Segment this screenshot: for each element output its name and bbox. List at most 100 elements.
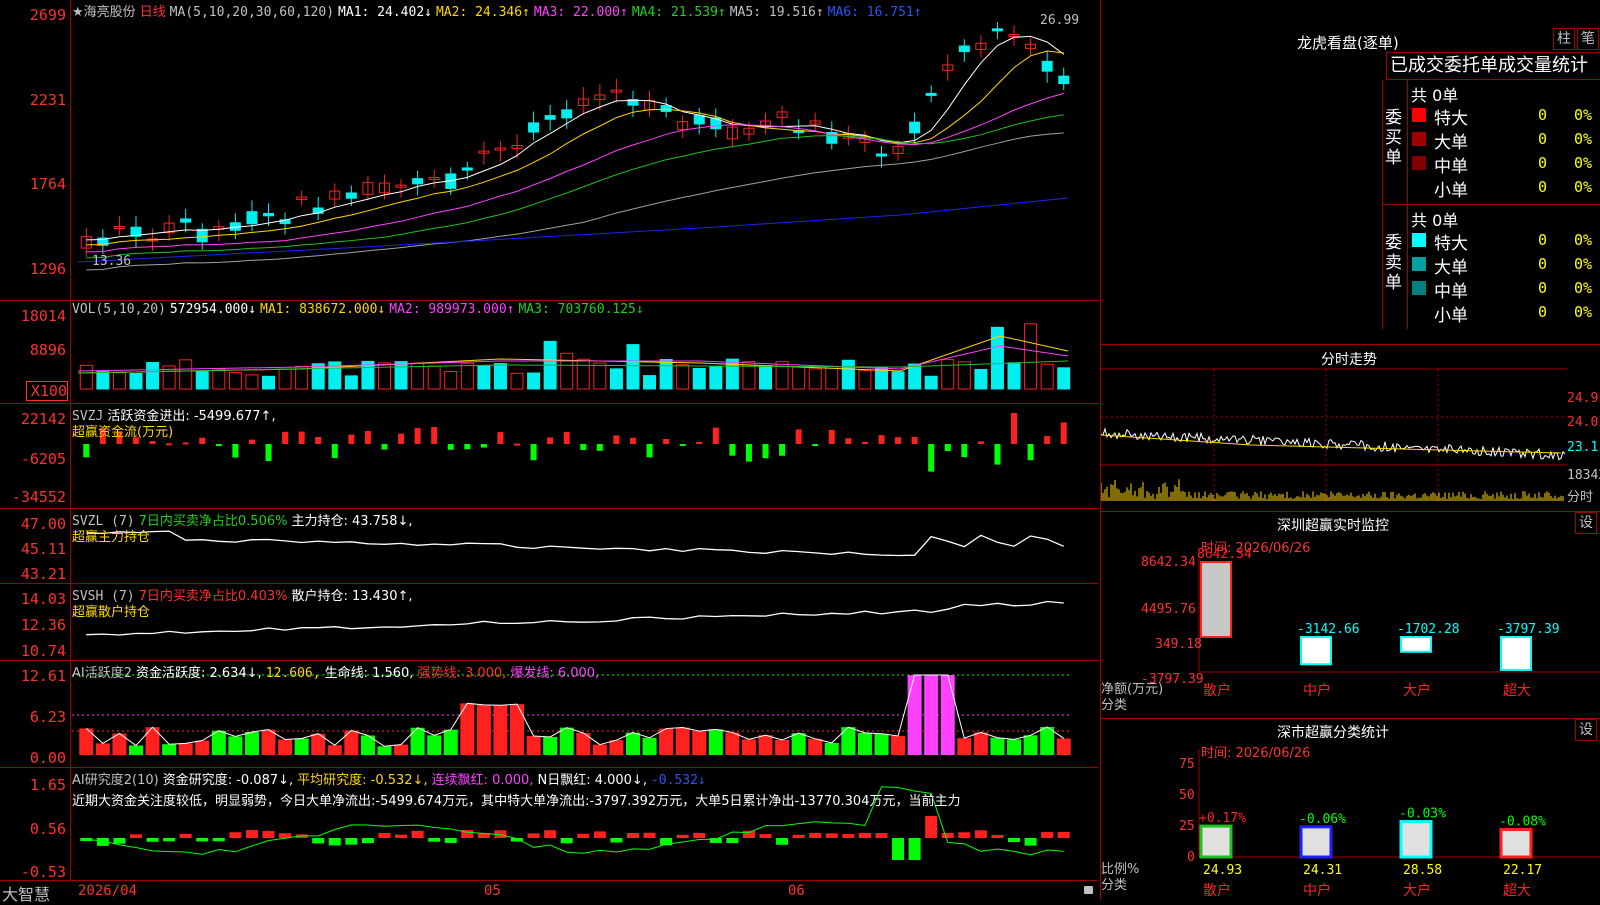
ai2-commentary: 近期大资金关注度较低，明显弱势，今日大单净流出:-5499.674万元，其中特大… <box>72 794 961 809</box>
research-bar <box>113 838 126 844</box>
fenshi-chart[interactable] <box>1101 345 1600 511</box>
volume-bar <box>1007 362 1021 390</box>
flow-bar <box>795 429 802 444</box>
ma-param: MA(5,10,20,30,60,120) <box>169 5 335 20</box>
buy-row-value: 0 <box>1538 178 1548 196</box>
sell-row-value: 0 <box>1538 231 1548 249</box>
flow-bar <box>199 437 206 444</box>
ai2-cont-red: 连续飘红: 0.000, <box>431 773 534 788</box>
candle-body <box>544 115 556 120</box>
lock-icon[interactable] <box>1084 886 1093 894</box>
buy-row-name: 小单 <box>1434 181 1468 201</box>
research-bar <box>726 838 739 844</box>
price-line <box>1101 427 1566 461</box>
volume-bar <box>444 371 458 390</box>
kline-pane[interactable]: 2699 2231 1764 1296 ★海亮股份 日线 MA(5,10,20,30… <box>0 0 1098 301</box>
research-bar <box>345 838 358 845</box>
svzl-value: 主力持仓: 43.758↓, <box>291 514 413 529</box>
volume-bar <box>759 365 773 390</box>
fenshi-vol-label: 分时 <box>1567 490 1594 505</box>
buy-row-percent: 0% <box>1574 154 1593 172</box>
brand-label: 大智慧 <box>2 885 51 904</box>
buy-row-percent: 0% <box>1574 178 1593 196</box>
szc-y-tick: 50 <box>1179 788 1195 803</box>
research-bar <box>229 832 242 838</box>
flow-bar <box>663 438 670 444</box>
period-label[interactable]: 日线 <box>140 5 166 20</box>
activity-bar <box>741 739 756 755</box>
svzl-pane[interactable]: 47.00 45.11 43.21 SVZL (7) 7日内买卖净占比0.506%… <box>0 509 1098 584</box>
monitor-bar <box>1300 636 1332 666</box>
flow-bar <box>464 444 471 450</box>
ai1-value2: 12.606, <box>265 666 321 681</box>
volume-bar <box>891 371 905 390</box>
stock-name[interactable]: ★海亮股份 <box>72 5 136 20</box>
volume-bar <box>477 364 491 390</box>
svsh-pane[interactable]: 14.03 12.36 10.74 SVSH (7) 7日内买卖净占比0.403%… <box>0 584 1098 661</box>
class-bar <box>1199 824 1233 859</box>
class-bar-value: 28.58 <box>1403 863 1442 878</box>
flow-bar <box>895 437 902 444</box>
research-bar <box>1057 831 1070 838</box>
flow-bar <box>398 433 405 444</box>
tick-mode-button[interactable]: 笔 <box>1577 28 1599 50</box>
research-bar <box>245 830 258 838</box>
research-bar <box>361 838 374 844</box>
buy-row-name: 特大 <box>1434 109 1468 129</box>
volume-bar <box>1024 323 1038 390</box>
research-bar <box>892 838 905 860</box>
fenshi-panel[interactable]: 分时走势 24.9 24.0 23.1 18342 分时 <box>1100 345 1600 512</box>
flow-bar <box>812 444 819 446</box>
volume-bar <box>129 372 143 390</box>
buy-inner: 共 0单 特大 0 0% 大单 0 0% 中单 0 0% 小单 0 0% <box>1407 80 1600 204</box>
longhu-tabs[interactable]: 已成交委托单成交量统计 <box>1386 52 1600 80</box>
class-bar <box>1499 828 1533 859</box>
volume-bar <box>344 375 358 390</box>
research-bar <box>991 834 1004 838</box>
holding-line <box>86 600 1064 636</box>
ai2-value5: -0.532↓ <box>650 773 706 788</box>
legend-swatch <box>1412 233 1426 247</box>
flow-bar <box>282 431 289 444</box>
fenshi-y-tick: 24.0 <box>1567 415 1599 430</box>
buy-total: 共 0单 <box>1411 86 1459 105</box>
ai-activity-pane[interactable]: 12.61 6.23 0.00 AI活跃度2 资金活跃度: 2.634↓, 12.6… <box>0 661 1098 768</box>
volume-bar <box>609 368 623 390</box>
ma5-value: MA5: 19.516↑ <box>729 5 824 20</box>
research-bar <box>527 833 540 838</box>
flow-bar <box>580 444 587 450</box>
activity-bar <box>592 744 607 755</box>
monitor-bar-value: -3797.39 <box>1497 622 1560 637</box>
volume-bar <box>493 363 507 390</box>
volume-bar <box>576 358 590 390</box>
monitor-bar-category: 中户 <box>1303 682 1331 699</box>
monitor-bar-category: 超大 <box>1503 683 1531 699</box>
ai-research-pane[interactable]: 1.65 0.56 -0.53 AI研究度2(10) 资金研究度: -0.087↓… <box>0 768 1098 880</box>
sz-y-tick: 349.18 <box>1155 637 1202 652</box>
volume-bar <box>96 371 110 390</box>
candle-body <box>263 212 275 217</box>
svzj-pane[interactable]: 22142 -6205 -34552 SVZJ 活跃资金进出: -5499.677… <box>0 404 1098 509</box>
flow-bar <box>348 434 355 444</box>
szc-class-label: 分类 <box>1101 878 1128 893</box>
fenshi-y-tick: 23.1 <box>1567 440 1599 455</box>
activity-bar <box>808 738 823 755</box>
buy-row-percent: 0% <box>1574 106 1593 124</box>
bar-mode-button[interactable]: 柱 <box>1553 28 1575 50</box>
ai2-avg: 平均研究度: -0.532↓, <box>297 773 428 788</box>
low-label: 13.36 <box>92 254 132 269</box>
volume-header: VOL(5,10,20) 572954.000↓ MA1: 838672.000↓ M… <box>72 302 648 317</box>
volume-bar <box>692 368 706 390</box>
activity-bar <box>526 735 541 755</box>
volume-pane[interactable]: 18014 8896 X100 VOL(5,10,20) 572954.000↓ M… <box>0 301 1098 404</box>
monitor-bar-category: 大户 <box>1403 682 1431 699</box>
activity-bar <box>327 745 342 755</box>
legend-swatch <box>1412 132 1426 146</box>
flow-bar <box>166 443 173 446</box>
activity-bar <box>493 705 508 755</box>
activity-bar <box>377 746 392 755</box>
flow-bar <box>696 441 703 444</box>
flow-bar <box>563 431 570 444</box>
kline-chart[interactable] <box>0 0 1098 300</box>
research-bar <box>958 832 971 838</box>
